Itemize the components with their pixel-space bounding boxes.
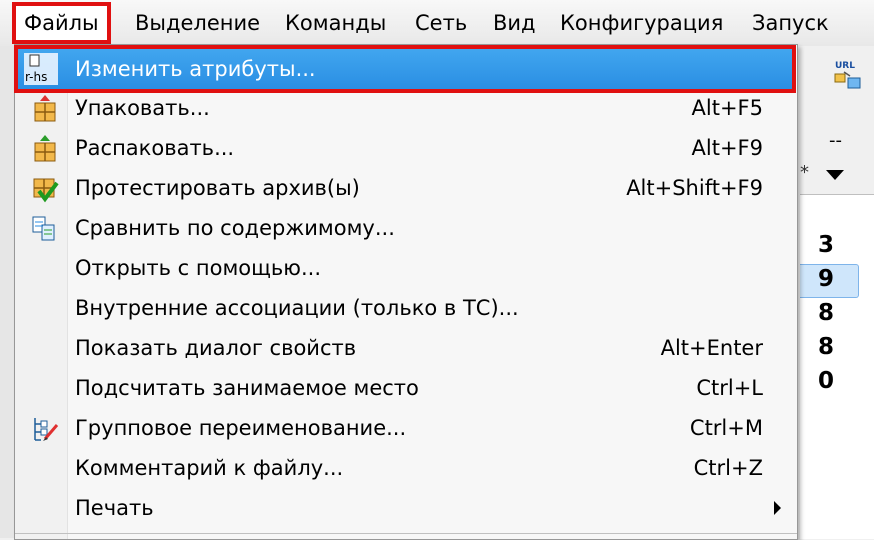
menu-item-label: Подсчитать занимаемое место [75, 376, 419, 400]
menu-item-label: Показать диалог свойств [75, 336, 357, 360]
menu-item-label: Комментарий к файлу... [75, 456, 344, 480]
sort-arrow-icon[interactable] [826, 170, 844, 180]
url-toolbar-icon[interactable]: URL [832, 58, 866, 92]
menu-item-show-properties[interactable]: Показать диалог свойств Alt+Enter [15, 329, 797, 367]
menu-item-shortcut: Alt+F5 [691, 96, 763, 120]
menu-item-shortcut: Ctrl+L [696, 376, 763, 400]
menu-item-calculate-space[interactable]: Подсчитать занимаемое место Ctrl+L [15, 369, 797, 407]
submenu-arrow-icon [774, 501, 781, 515]
menu-item-print[interactable]: Печать [15, 489, 797, 527]
menu-item-internal-associations[interactable]: Внутренние ассоциации (только в ТС)... [15, 289, 797, 327]
menu-item-open-with[interactable]: Открыть с помощью... [15, 249, 797, 287]
menu-item-label: Изменить атрибуты... [75, 57, 316, 81]
menu-files[interactable]: Файлы [12, 2, 111, 44]
file-row-digit: 9 [818, 266, 835, 292]
menu-item-multi-rename[interactable]: Групповое переименование... Ctrl+M [15, 409, 797, 447]
file-row-digit: 8 [818, 334, 835, 360]
menu-item-label: Сравнить по содержимому... [75, 216, 395, 240]
menu-divider [15, 533, 797, 534]
menu-item-shortcut: Ctrl+Z [693, 456, 763, 480]
menu-bar: Файлы Выделение Команды Сеть Вид Конфигу… [0, 0, 874, 47]
menu-view[interactable]: Вид [493, 6, 536, 40]
menu-item-shortcut: Alt+F9 [691, 136, 763, 160]
menu-item-label: Распаковать... [75, 136, 235, 160]
column-dashes: -- [829, 130, 842, 151]
menu-item-label: Открыть с помощью... [75, 256, 321, 280]
menu-item-label: Групповое переименование... [75, 416, 407, 440]
url-icon-text: URL [835, 61, 855, 71]
file-row-digit: 3 [818, 232, 835, 258]
menu-item-shortcut: Ctrl+M [689, 416, 763, 440]
pack-icon [31, 95, 59, 123]
menu-item-pack[interactable]: Упаковать... Alt+F5 [15, 89, 797, 127]
multi-rename-icon [31, 415, 59, 443]
file-list-pane [800, 194, 874, 539]
menu-item-label: Протестировать архив(ы) [75, 176, 360, 200]
unpack-icon [31, 135, 59, 163]
menu-network[interactable]: Сеть [415, 6, 467, 40]
menu-item-compare-content[interactable]: Сравнить по содержимому... [15, 209, 797, 247]
attributes-icon-text: r-hs [25, 70, 47, 84]
menu-item-unpack[interactable]: Распаковать... Alt+F9 [15, 129, 797, 167]
test-archive-icon [31, 175, 59, 203]
attributes-icon: r-hs [24, 53, 58, 85]
left-panel-edge [0, 46, 15, 538]
menu-item-change-attributes[interactable]: r-hs Изменить атрибуты... [18, 49, 792, 89]
column-star: * [800, 162, 809, 183]
file-row-digit: 8 [818, 300, 835, 326]
compare-icon [31, 215, 59, 243]
menu-commands[interactable]: Команды [285, 6, 386, 40]
menu-item-test-archive[interactable]: Протестировать архив(ы) Alt+Shift+F9 [15, 169, 797, 207]
file-row-digit: 0 [818, 368, 835, 394]
menu-configuration[interactable]: Конфигурация [560, 6, 723, 40]
files-dropdown-menu: r-hs Изменить атрибуты... Упаковать... A… [14, 44, 798, 540]
menu-item-file-comment[interactable]: Комментарий к файлу... Ctrl+Z [15, 449, 797, 487]
menu-item-shortcut: Alt+Enter [660, 336, 763, 360]
menu-start[interactable]: Запуск [752, 6, 829, 40]
menu-item-label: Упаковать... [75, 96, 210, 120]
menu-selection[interactable]: Выделение [135, 6, 260, 40]
menu-item-shortcut: Alt+Shift+F9 [626, 176, 763, 200]
menu-item-label: Печать [75, 496, 154, 520]
menu-item-label: Внутренние ассоциации (только в ТС)... [75, 296, 519, 320]
